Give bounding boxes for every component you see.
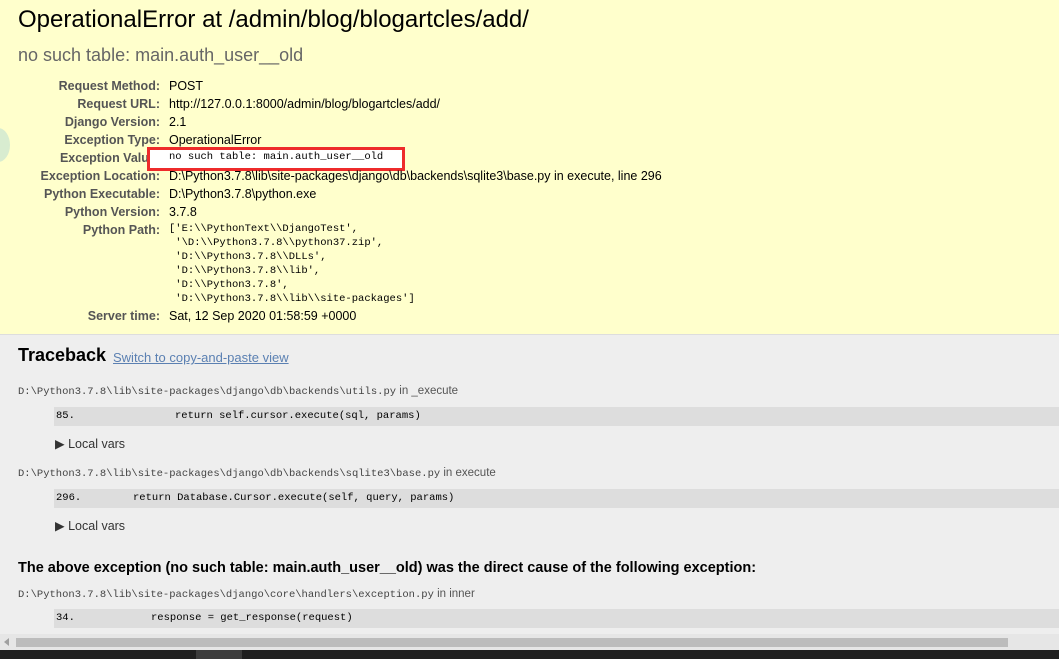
meta-row-python-executable: Python Executable: D:\Python3.7.8\python… — [0, 187, 1059, 205]
meta-row-python-version: Python Version: 3.7.8 — [0, 205, 1059, 223]
python-path-value: ['E:\\PythonText\\DjangoTest', '\D:\\Pyt… — [169, 223, 415, 305]
frame-file: D:\Python3.7.8\lib\site-packages\django\… — [18, 588, 475, 601]
exception-message: no such table: main.auth_user__old — [18, 45, 304, 65]
frame-file: D:\Python3.7.8\lib\site-packages\django\… — [18, 467, 496, 480]
taskbar — [0, 650, 1059, 659]
frame-filename: D:\Python3.7.8\lib\site-packages\django\… — [18, 589, 434, 601]
scroll-left-arrow-icon[interactable] — [4, 638, 9, 646]
meta-label: Request URL: — [77, 97, 160, 111]
meta-row-django-version: Django Version: 2.1 — [0, 115, 1059, 133]
frame-function: in execute — [440, 467, 496, 479]
meta-row-server-time: Server time: Sat, 12 Sep 2020 01:58:59 +… — [0, 309, 1059, 327]
meta-label: Request Method: — [58, 79, 160, 93]
traceback-heading: Traceback — [18, 345, 107, 365]
meta-value: D:\Python3.7.8\lib\site-packages\django\… — [169, 169, 662, 183]
meta-value: D:\Python3.7.8\python.exe — [169, 187, 317, 201]
meta-label: Python Path: — [82, 223, 160, 237]
code-text: return Database.Cursor.execute(self, que… — [133, 492, 455, 504]
code-context-line[interactable]: 34. response = get_response(request) — [54, 609, 1059, 628]
meta-label: Exception Value: — [59, 151, 160, 165]
frame-filename: D:\Python3.7.8\lib\site-packages\django\… — [18, 386, 397, 398]
code-text: response = get_response(request) — [151, 612, 353, 624]
meta-value: 2.1 — [169, 115, 187, 129]
meta-label: Server time: — [87, 309, 160, 323]
scrollbar-thumb[interactable] — [16, 638, 1008, 647]
frame-function: in inner — [433, 588, 475, 600]
meta-value: POST — [169, 79, 204, 93]
meta-value: http://127.0.0.1:8000/admin/blog/blogart… — [169, 97, 441, 111]
switch-to-copy-paste-link[interactable]: Switch to copy-and-paste view — [113, 350, 289, 365]
frame-filename: D:\Python3.7.8\lib\site-packages\django\… — [18, 468, 441, 480]
meta-label: Exception Location: — [40, 169, 160, 183]
meta-row-exception-location: Exception Location: D:\Python3.7.8\lib\s… — [0, 169, 1059, 187]
meta-label: Django Version: — [64, 115, 160, 129]
meta-row-python-path: Python Path: — [0, 223, 1059, 241]
code-text: return self.cursor.execute(sql, params) — [175, 410, 421, 422]
frame-file: D:\Python3.7.8\lib\site-packages\django\… — [18, 385, 458, 398]
meta-label: Exception Type: — [64, 133, 160, 147]
meta-label: Python Version: — [64, 205, 160, 219]
frame-function: in _execute — [396, 385, 459, 397]
local-vars-toggle[interactable]: ▶ Local vars — [55, 436, 125, 451]
exception-cause-heading: The above exception (no such table: main… — [18, 560, 757, 576]
meta-label: Python Executable: — [44, 187, 160, 201]
line-number: 296. — [56, 492, 82, 504]
meta-row-request-url: Request URL: http://127.0.0.1:8000/admin… — [0, 97, 1059, 115]
meta-row-request-method: Request Method: POST — [0, 79, 1059, 97]
page-title: OperationalError at /admin/blog/blogartc… — [18, 6, 529, 33]
local-vars-toggle[interactable]: ▶ Local vars — [55, 518, 125, 533]
line-number: 34. — [56, 612, 75, 624]
line-number: 85. — [56, 410, 75, 422]
code-context-line[interactable]: 85. return self.cursor.execute(sql, para… — [54, 407, 1059, 426]
taskbar-item[interactable] — [196, 650, 242, 659]
meta-value: Sat, 12 Sep 2020 01:58:59 +0000 — [169, 309, 357, 323]
exception-value: no such table: main.auth_user__old — [169, 151, 384, 163]
horizontal-scrollbar[interactable] — [0, 634, 1059, 650]
meta-value: 3.7.8 — [169, 205, 197, 219]
code-context-line[interactable]: 296. return Database.Cursor.execute(self… — [54, 489, 1059, 508]
meta-value: OperationalError — [169, 133, 262, 147]
